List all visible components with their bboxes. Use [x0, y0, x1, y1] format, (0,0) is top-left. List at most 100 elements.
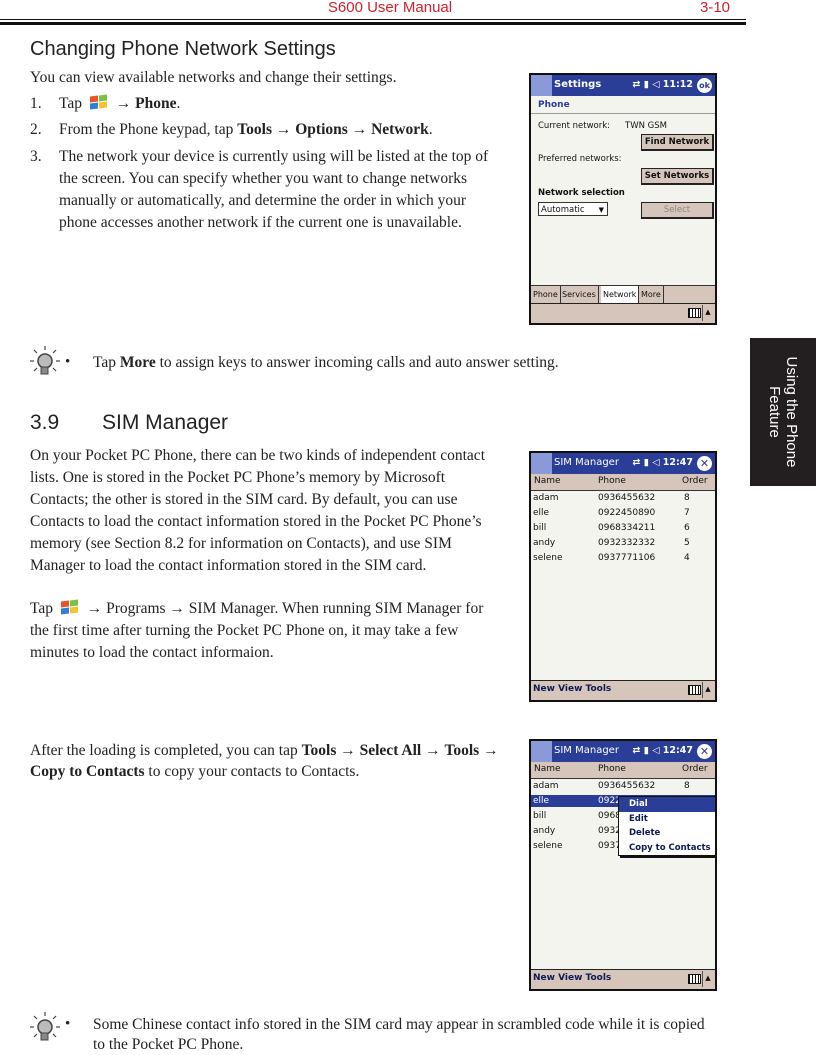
- cell-order: 7: [684, 508, 690, 518]
- settings-screenshot: Settings ⇄ ▮ ◁ 11:12 ok Phone Current ne…: [529, 73, 717, 325]
- sim-manager-screenshot: SIM Manager ⇄ ▮ ◁ 12:47 ✕ Name Phone Ord…: [529, 451, 717, 702]
- cell-name: elle: [533, 796, 550, 806]
- step-bold: Network: [371, 121, 429, 138]
- menu-bar: New View Tools ▲: [531, 969, 715, 989]
- col-phone[interactable]: Phone: [598, 476, 626, 486]
- table-row[interactable]: adam 0936455632 8: [531, 492, 715, 504]
- windows-start-icon: [89, 94, 108, 110]
- step-text: From the Phone keypad, tap: [59, 121, 238, 138]
- step-bold: Tools: [237, 121, 272, 138]
- arrow: →: [347, 121, 372, 138]
- current-network-value: TWN GSM: [625, 121, 667, 131]
- status-area: ⇄ ▮ ◁ 11:12: [632, 79, 693, 90]
- tab-network[interactable]: Network: [601, 286, 640, 303]
- tip-bold: More: [119, 354, 156, 371]
- para-text: → Programs → SIM Manager. When running S…: [30, 600, 484, 661]
- windows-start-icon[interactable]: [531, 741, 552, 762]
- close-icon[interactable]: ✕: [697, 456, 712, 471]
- sim-manager-context-screenshot: SIM Manager ⇄ ▮ ◁ 12:47 ✕ Name Phone Ord…: [529, 739, 717, 991]
- menu-bar: New View Tools ▲: [531, 680, 715, 700]
- select-button[interactable]: Select: [641, 202, 714, 219]
- cell-name: andy: [533, 826, 556, 836]
- tab-more[interactable]: More: [639, 286, 664, 303]
- tip-text-pre: Tap: [93, 354, 120, 371]
- windows-start-icon: [60, 599, 79, 615]
- column-header: Name Phone Order: [531, 474, 715, 491]
- app-title: Settings: [554, 79, 602, 90]
- input-panel-arrow-icon[interactable]: ▲: [702, 305, 713, 321]
- step-number: 2.: [30, 121, 42, 138]
- cell-order: 8: [684, 781, 690, 791]
- input-panel-arrow-icon[interactable]: ▲: [702, 682, 713, 698]
- dropdown-value: Automatic: [541, 205, 585, 215]
- set-networks-button[interactable]: Set Networks: [641, 168, 714, 185]
- clock: 12:47: [662, 457, 693, 468]
- col-order[interactable]: Order: [682, 476, 708, 486]
- bullet: •: [65, 1016, 71, 1032]
- section-title-sim: SIM Manager: [102, 411, 229, 434]
- menu-item-delete[interactable]: Delete: [619, 826, 715, 841]
- cell-phone: 0937771106: [598, 553, 656, 563]
- col-phone[interactable]: Phone: [598, 764, 626, 774]
- table-row[interactable]: bill 0968334211 6: [531, 522, 715, 534]
- menu-item-edit[interactable]: Edit: [619, 812, 715, 827]
- arrow: →: [115, 95, 132, 112]
- cell-name: andy: [533, 538, 556, 548]
- cell-name: selene: [533, 841, 563, 851]
- keyboard-icon[interactable]: [688, 685, 701, 695]
- title-bar: Settings ⇄ ▮ ◁ 11:12 ok: [531, 75, 715, 96]
- bold-term: Tools: [301, 742, 337, 759]
- network-selection-label: Network selection: [538, 188, 625, 198]
- arrow: →: [421, 742, 445, 759]
- tip-text: Tap More to assign keys to answer incomi…: [93, 352, 559, 375]
- cell-name: adam: [533, 493, 559, 503]
- col-order[interactable]: Order: [682, 764, 708, 774]
- table-row[interactable]: andy 0932332332 5: [531, 537, 715, 549]
- windows-start-icon[interactable]: [531, 453, 552, 474]
- tab-strip: Phone Services Network More: [531, 285, 715, 304]
- keyboard-icon[interactable]: [688, 308, 701, 318]
- menu-items[interactable]: New View Tools: [533, 684, 611, 694]
- status-area: ⇄ ▮ ◁ 12:47: [632, 457, 693, 468]
- column-header: Name Phone Order: [531, 762, 715, 779]
- table-row[interactable]: selene 0937771106 4: [531, 552, 715, 564]
- title-bar: SIM Manager ⇄ ▮ ◁ 12:47 ✕: [531, 453, 715, 474]
- menu-item-copy-to-contacts[interactable]: Copy to Contacts: [619, 841, 715, 856]
- section-title-network: Changing Phone Network Settings: [30, 38, 336, 60]
- find-network-button[interactable]: Find Network: [641, 134, 714, 151]
- tab-phone[interactable]: Phone: [531, 286, 561, 303]
- cell-name: adam: [533, 781, 559, 791]
- sim-para-1: On your Pocket PC Phone, there can be tw…: [30, 447, 485, 574]
- step-text: Tap: [59, 95, 83, 112]
- network-selection-dropdown[interactable]: Automatic ▼: [538, 202, 608, 216]
- arrow: →: [336, 742, 360, 759]
- cell-name: bill: [533, 811, 547, 821]
- page-heading: Phone: [538, 100, 570, 110]
- col-name[interactable]: Name: [534, 764, 561, 774]
- input-panel-arrow-icon[interactable]: ▲: [702, 971, 713, 987]
- punct: .: [428, 121, 433, 138]
- cell-phone: 0922450890: [598, 508, 656, 518]
- step-number: 1.: [30, 95, 42, 112]
- status-area: ⇄ ▮ ◁ 12:47: [632, 745, 693, 756]
- windows-start-icon[interactable]: [531, 75, 552, 96]
- menu-items[interactable]: New View Tools: [533, 973, 611, 983]
- step-number: 3.: [30, 148, 42, 165]
- arrow: →: [272, 121, 296, 138]
- divider: [531, 113, 715, 114]
- clock: 12:47: [662, 745, 693, 756]
- tip-text-post: to assign keys to answer incoming calls …: [155, 354, 559, 371]
- col-name[interactable]: Name: [534, 476, 561, 486]
- chapter-side-tab: Using the Phone Feature: [750, 338, 816, 486]
- tab-services[interactable]: Services: [560, 286, 599, 303]
- section-number: 3.9: [30, 411, 60, 434]
- table-row[interactable]: adam 0936455632 8: [531, 780, 715, 792]
- header-rule-thin: [0, 19, 746, 20]
- cell-order: 6: [684, 523, 690, 533]
- keyboard-icon[interactable]: [688, 974, 701, 984]
- ok-button[interactable]: ok: [697, 78, 712, 93]
- para-text: Tap: [30, 600, 54, 617]
- menu-item-dial[interactable]: Dial: [619, 797, 715, 812]
- close-icon[interactable]: ✕: [697, 744, 712, 759]
- table-row[interactable]: elle 0922450890 7: [531, 507, 715, 519]
